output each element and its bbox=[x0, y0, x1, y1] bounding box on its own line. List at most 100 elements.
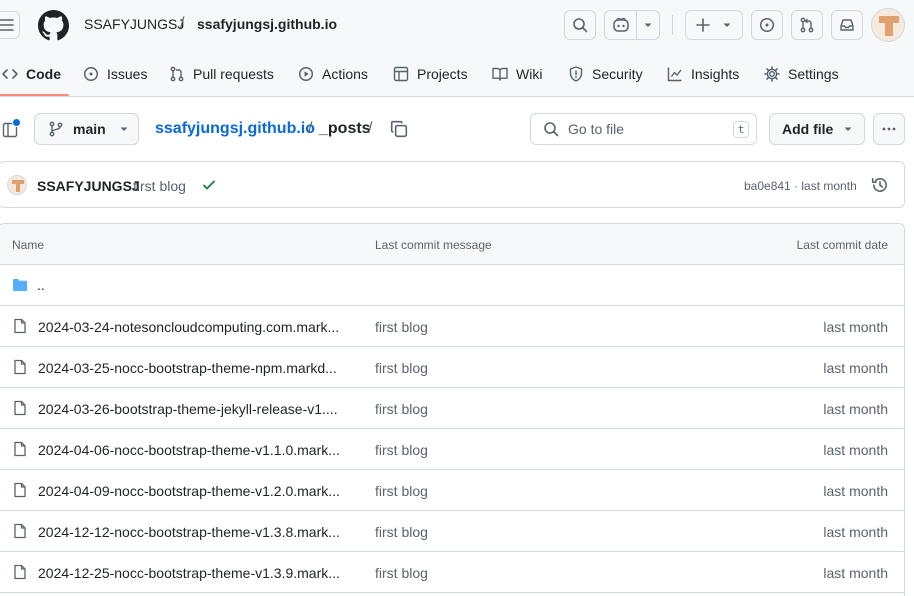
parent-directory-row[interactable]: .. bbox=[0, 265, 904, 306]
history-button[interactable] bbox=[871, 176, 889, 194]
tab-actions[interactable]: Actions bbox=[298, 50, 368, 97]
issue-opened-icon bbox=[83, 66, 99, 81]
commit-message-link[interactable]: first blog bbox=[375, 524, 428, 540]
tab-code-label: Code bbox=[26, 65, 61, 82]
commit-message-link[interactable]: first blog bbox=[133, 178, 186, 194]
notification-dot bbox=[12, 118, 21, 127]
tab-insights-label: Insights bbox=[691, 65, 740, 82]
kebab-horizontal-icon bbox=[882, 127, 896, 131]
file-name-link[interactable]: 2024-04-09-nocc-bootstrap-theme-v1.2.0.m… bbox=[38, 483, 342, 499]
commit-message-link[interactable]: first blog bbox=[375, 442, 428, 458]
commit-hash-and-time[interactable]: ba0e841 · last month bbox=[744, 179, 857, 193]
tab-pull-requests[interactable]: Pull requests bbox=[169, 50, 274, 97]
repo-name-link[interactable]: ssafyjungsj.github.io bbox=[197, 16, 337, 32]
identicon-icon bbox=[12, 180, 24, 192]
repo-owner-link[interactable]: SSAFYJUNGSJ bbox=[84, 16, 184, 32]
column-header-name: Name bbox=[12, 238, 45, 252]
commit-message-link[interactable]: first blog bbox=[375, 483, 428, 499]
github-logo-icon[interactable] bbox=[38, 10, 69, 41]
tab-pull-requests-label: Pull requests bbox=[193, 65, 274, 82]
search-button[interactable] bbox=[564, 10, 596, 40]
file-icon bbox=[12, 482, 28, 498]
pull-requests-button[interactable] bbox=[791, 10, 823, 40]
keyboard-shortcut-hint: t bbox=[733, 121, 749, 138]
file-icon bbox=[12, 441, 28, 457]
tab-security-label: Security bbox=[592, 65, 643, 82]
commit-message-link[interactable]: first blog bbox=[375, 565, 428, 581]
gear-icon bbox=[764, 65, 780, 82]
commit-date: last month bbox=[823, 401, 888, 417]
tab-settings-label: Settings bbox=[788, 65, 839, 82]
tab-issues-label: Issues bbox=[107, 65, 148, 82]
table-row[interactable]: 2024-03-26-bootstrap-theme-jekyll-releas… bbox=[0, 388, 904, 429]
issues-button[interactable] bbox=[751, 10, 783, 40]
commit-message-link[interactable]: first blog bbox=[375, 360, 428, 376]
check-status-icon[interactable] bbox=[202, 178, 216, 192]
add-file-label: Add file bbox=[782, 121, 834, 137]
inbox-button[interactable] bbox=[831, 10, 863, 40]
commit-date: last month bbox=[823, 360, 888, 376]
chevron-down-icon bbox=[644, 23, 652, 27]
file-name-link[interactable]: 2024-03-26-bootstrap-theme-jekyll-releas… bbox=[38, 401, 342, 417]
add-file-button[interactable]: Add file bbox=[769, 113, 865, 145]
commit-date: last month bbox=[823, 319, 888, 335]
file-name-link[interactable]: 2024-03-24-notesoncloudcomputing.com.mar… bbox=[38, 319, 342, 335]
table-row[interactable]: 2024-12-12-nocc-bootstrap-theme-v1.3.8.m… bbox=[0, 511, 904, 552]
table-row[interactable]: 2024-04-09-nocc-bootstrap-theme-v1.2.0.m… bbox=[0, 470, 904, 511]
menu-button[interactable] bbox=[0, 11, 20, 39]
tab-issues[interactable]: Issues bbox=[83, 50, 147, 97]
copilot-button[interactable] bbox=[604, 10, 660, 40]
tab-security[interactable]: Security bbox=[568, 50, 643, 97]
branch-selector-button[interactable]: main bbox=[34, 113, 139, 145]
active-tab-indicator bbox=[0, 94, 69, 96]
book-icon bbox=[492, 67, 508, 81]
file-icon bbox=[12, 318, 28, 334]
commit-date: last month bbox=[823, 565, 888, 581]
issue-opened-icon bbox=[759, 17, 775, 33]
column-header-date: Last commit date bbox=[796, 238, 888, 252]
git-pull-request-icon bbox=[170, 66, 184, 81]
go-to-file-placeholder: Go to file bbox=[568, 121, 625, 137]
table-row[interactable]: 2024-03-25-nocc-bootstrap-theme-npm.mark… bbox=[0, 347, 904, 388]
create-new-button[interactable] bbox=[685, 10, 743, 40]
chevron-down-icon bbox=[723, 23, 731, 27]
breadcrumb-repo-link[interactable]: ssafyjungsj.github.io bbox=[155, 120, 315, 138]
commit-date: last month bbox=[823, 483, 888, 499]
file-icon bbox=[12, 359, 28, 375]
copilot-icon bbox=[612, 17, 629, 32]
more-options-button[interactable] bbox=[873, 113, 905, 145]
file-name-link[interactable]: 2024-03-25-nocc-bootstrap-theme-npm.mark… bbox=[38, 360, 342, 376]
git-pull-request-icon bbox=[800, 17, 814, 33]
commit-author-avatar[interactable] bbox=[7, 175, 27, 195]
search-icon bbox=[573, 18, 588, 33]
file-icon bbox=[12, 523, 28, 539]
go-to-file-input[interactable]: Go to file t bbox=[530, 113, 757, 145]
user-avatar[interactable] bbox=[871, 8, 905, 42]
table-row[interactable]: 2024-04-06-nocc-bootstrap-theme-v1.1.0.m… bbox=[0, 429, 904, 470]
file-name-link[interactable]: 2024-12-25-nocc-bootstrap-theme-v1.3.9.m… bbox=[38, 565, 342, 581]
owner-repo-separator: / bbox=[180, 15, 185, 32]
inbox-icon bbox=[840, 19, 854, 31]
hamburger-icon bbox=[0, 19, 14, 31]
table-row[interactable]: 2024-12-25-nocc-bootstrap-theme-v1.3.9.m… bbox=[0, 552, 904, 593]
breadcrumb-separator: / bbox=[308, 120, 313, 137]
tab-settings[interactable]: Settings bbox=[764, 50, 839, 97]
tab-code[interactable]: Code bbox=[0, 50, 69, 97]
file-name-link[interactable]: 2024-04-06-nocc-bootstrap-theme-v1.1.0.m… bbox=[38, 442, 342, 458]
column-header-message: Last commit message bbox=[375, 238, 492, 252]
breadcrumb-current-dir: _posts bbox=[319, 120, 371, 137]
commit-author-link[interactable]: SSAFYJUNGSJ bbox=[37, 178, 140, 194]
file-name-link[interactable]: 2024-12-12-nocc-bootstrap-theme-v1.3.8.m… bbox=[38, 524, 342, 540]
repo-nav: Code Issues Pull requests Actions Projec… bbox=[0, 50, 914, 97]
commit-message-link[interactable]: first blog bbox=[375, 401, 428, 417]
copy-path-button[interactable] bbox=[390, 120, 408, 138]
table-row[interactable]: 2024-03-24-notesoncloudcomputing.com.mar… bbox=[0, 306, 904, 347]
commit-message-link[interactable]: first blog bbox=[375, 319, 428, 335]
tab-insights[interactable]: Insights bbox=[667, 50, 739, 97]
parent-directory-link[interactable]: .. bbox=[37, 277, 45, 293]
tab-wiki[interactable]: Wiki bbox=[492, 50, 542, 97]
tab-projects[interactable]: Projects bbox=[393, 50, 468, 97]
graph-icon bbox=[667, 67, 682, 81]
file-icon bbox=[12, 564, 28, 580]
file-icon bbox=[12, 400, 28, 416]
